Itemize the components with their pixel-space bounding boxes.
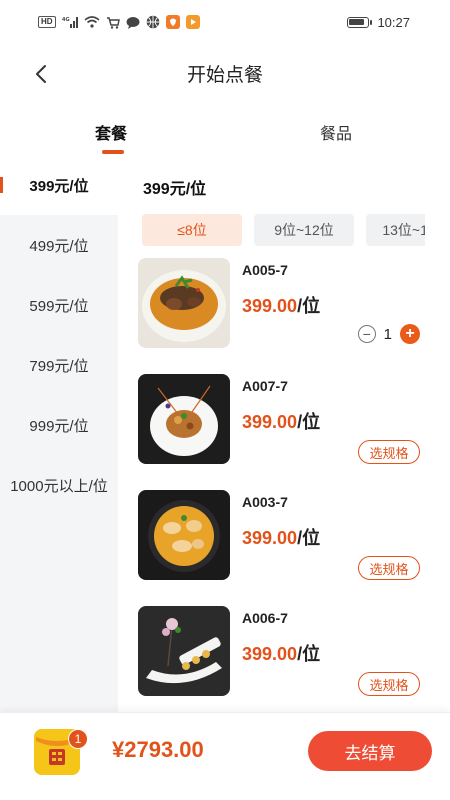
sidebar-item-label: 599元/位 [29,297,89,315]
cart-app-icon [106,16,120,29]
section-title: 399元/位 [143,181,207,198]
dish-image [138,258,230,348]
nav-bar: 开始点餐 [0,52,450,96]
dish-price-unit: /位 [297,296,321,316]
notification-app-icon [165,15,180,29]
sidebar-item-799[interactable]: 799元/位 [0,335,118,395]
sidebar-item-label: 999元/位 [29,417,89,435]
select-spec-button[interactable]: 选规格 [358,556,420,580]
filter-chip-9-12[interactable]: 9位~12位 [254,214,354,246]
sidebar-item-599[interactable]: 599元/位 [0,275,118,335]
dish-code: A006-7 [242,610,288,626]
dish-image [138,490,230,580]
dish-price: 399.00/位 [242,408,320,434]
tab-active-indicator [102,150,124,154]
video-app-icon [185,15,200,29]
dish-code: A003-7 [242,494,288,510]
sidebar-item-1000-plus[interactable]: 1000元以上/位 [0,455,118,515]
sidebar-item-399[interactable]: 399元/位 [0,155,118,215]
checkout-button[interactable]: 去结算 [308,731,432,771]
status-time: 10:27 [377,14,410,30]
status-bar: HD 4G 10:27 [0,0,450,44]
dish-price-unit: /位 [297,644,321,664]
sidebar-item-label: 799元/位 [29,357,89,375]
battery-icon [347,16,373,28]
dish-item[interactable]: A007-7 399.00/位 选规格 [138,374,428,474]
wifi-icon [84,16,100,28]
cart-total: ¥2793.00 [112,737,204,762]
dish-code: A007-7 [242,378,288,394]
filter-chip-8[interactable]: ≤8位 [142,214,242,246]
sidebar-item-label: 499元/位 [29,237,89,255]
dish-price-unit: /位 [297,528,321,548]
dish-image [138,606,230,696]
page-title: 开始点餐 [186,65,263,86]
hd-icon: HD [38,16,56,28]
quantity-stepper: − 1 + [357,324,420,344]
cart-bar: 1 ¥2793.00 去结算 [0,712,450,800]
sidebar-active-marker [0,177,3,193]
svg-text:4G: 4G [62,17,70,23]
price-sidebar: 399元/位 499元/位 599元/位 799元/位 999元/位 1000元… [0,155,118,715]
top-tabs: 套餐 餐品 [0,108,450,160]
dish-image [138,374,230,464]
filter-chip-13-16[interactable]: 13位~16位 [366,214,425,246]
select-spec-button[interactable]: 选规格 [358,672,420,696]
tab-dishes[interactable]: 餐品 [320,120,352,144]
dish-price-value: 399.00 [242,644,298,664]
dish-item[interactable]: A005-7 399.00/位 − 1 + [138,258,428,358]
dish-price: 399.00/位 [242,524,320,550]
dish-price: 399.00/位 [242,640,320,666]
dish-code: A005-7 [242,262,288,278]
decrease-button[interactable]: − [357,325,376,343]
dish-price-unit: /位 [297,412,321,432]
status-right: 10:27 [347,15,410,30]
dish-price-value: 399.00 [242,528,298,548]
party-size-filters: ≤8位 9位~12位 13位~16位 [142,214,425,246]
tab-combo[interactable]: 套餐 [95,120,127,144]
dish-price-value: 399.00 [242,296,298,316]
cart-count-badge: 1 [68,729,88,749]
dish-item[interactable]: A003-7 399.00/位 选规格 [138,490,428,590]
sidebar-item-999[interactable]: 999元/位 [0,395,118,455]
signal-icon: 4G [62,16,78,28]
select-spec-button[interactable]: 选规格 [358,440,420,464]
quantity-value: 1 [383,325,392,343]
basketball-icon [146,15,160,29]
sidebar-item-label: 399元/位 [29,177,89,195]
dish-item[interactable]: A006-7 399.00/位 选规格 [138,606,428,706]
chat-icon [126,16,140,29]
sidebar-item-499[interactable]: 499元/位 [0,215,118,275]
dish-price-value: 399.00 [242,412,298,432]
sidebar-item-label: 1000元以上/位 [10,477,108,495]
increase-button[interactable]: + [400,324,420,344]
status-icons: HD 4G [38,15,200,29]
dish-price: 399.00/位 [242,292,320,318]
